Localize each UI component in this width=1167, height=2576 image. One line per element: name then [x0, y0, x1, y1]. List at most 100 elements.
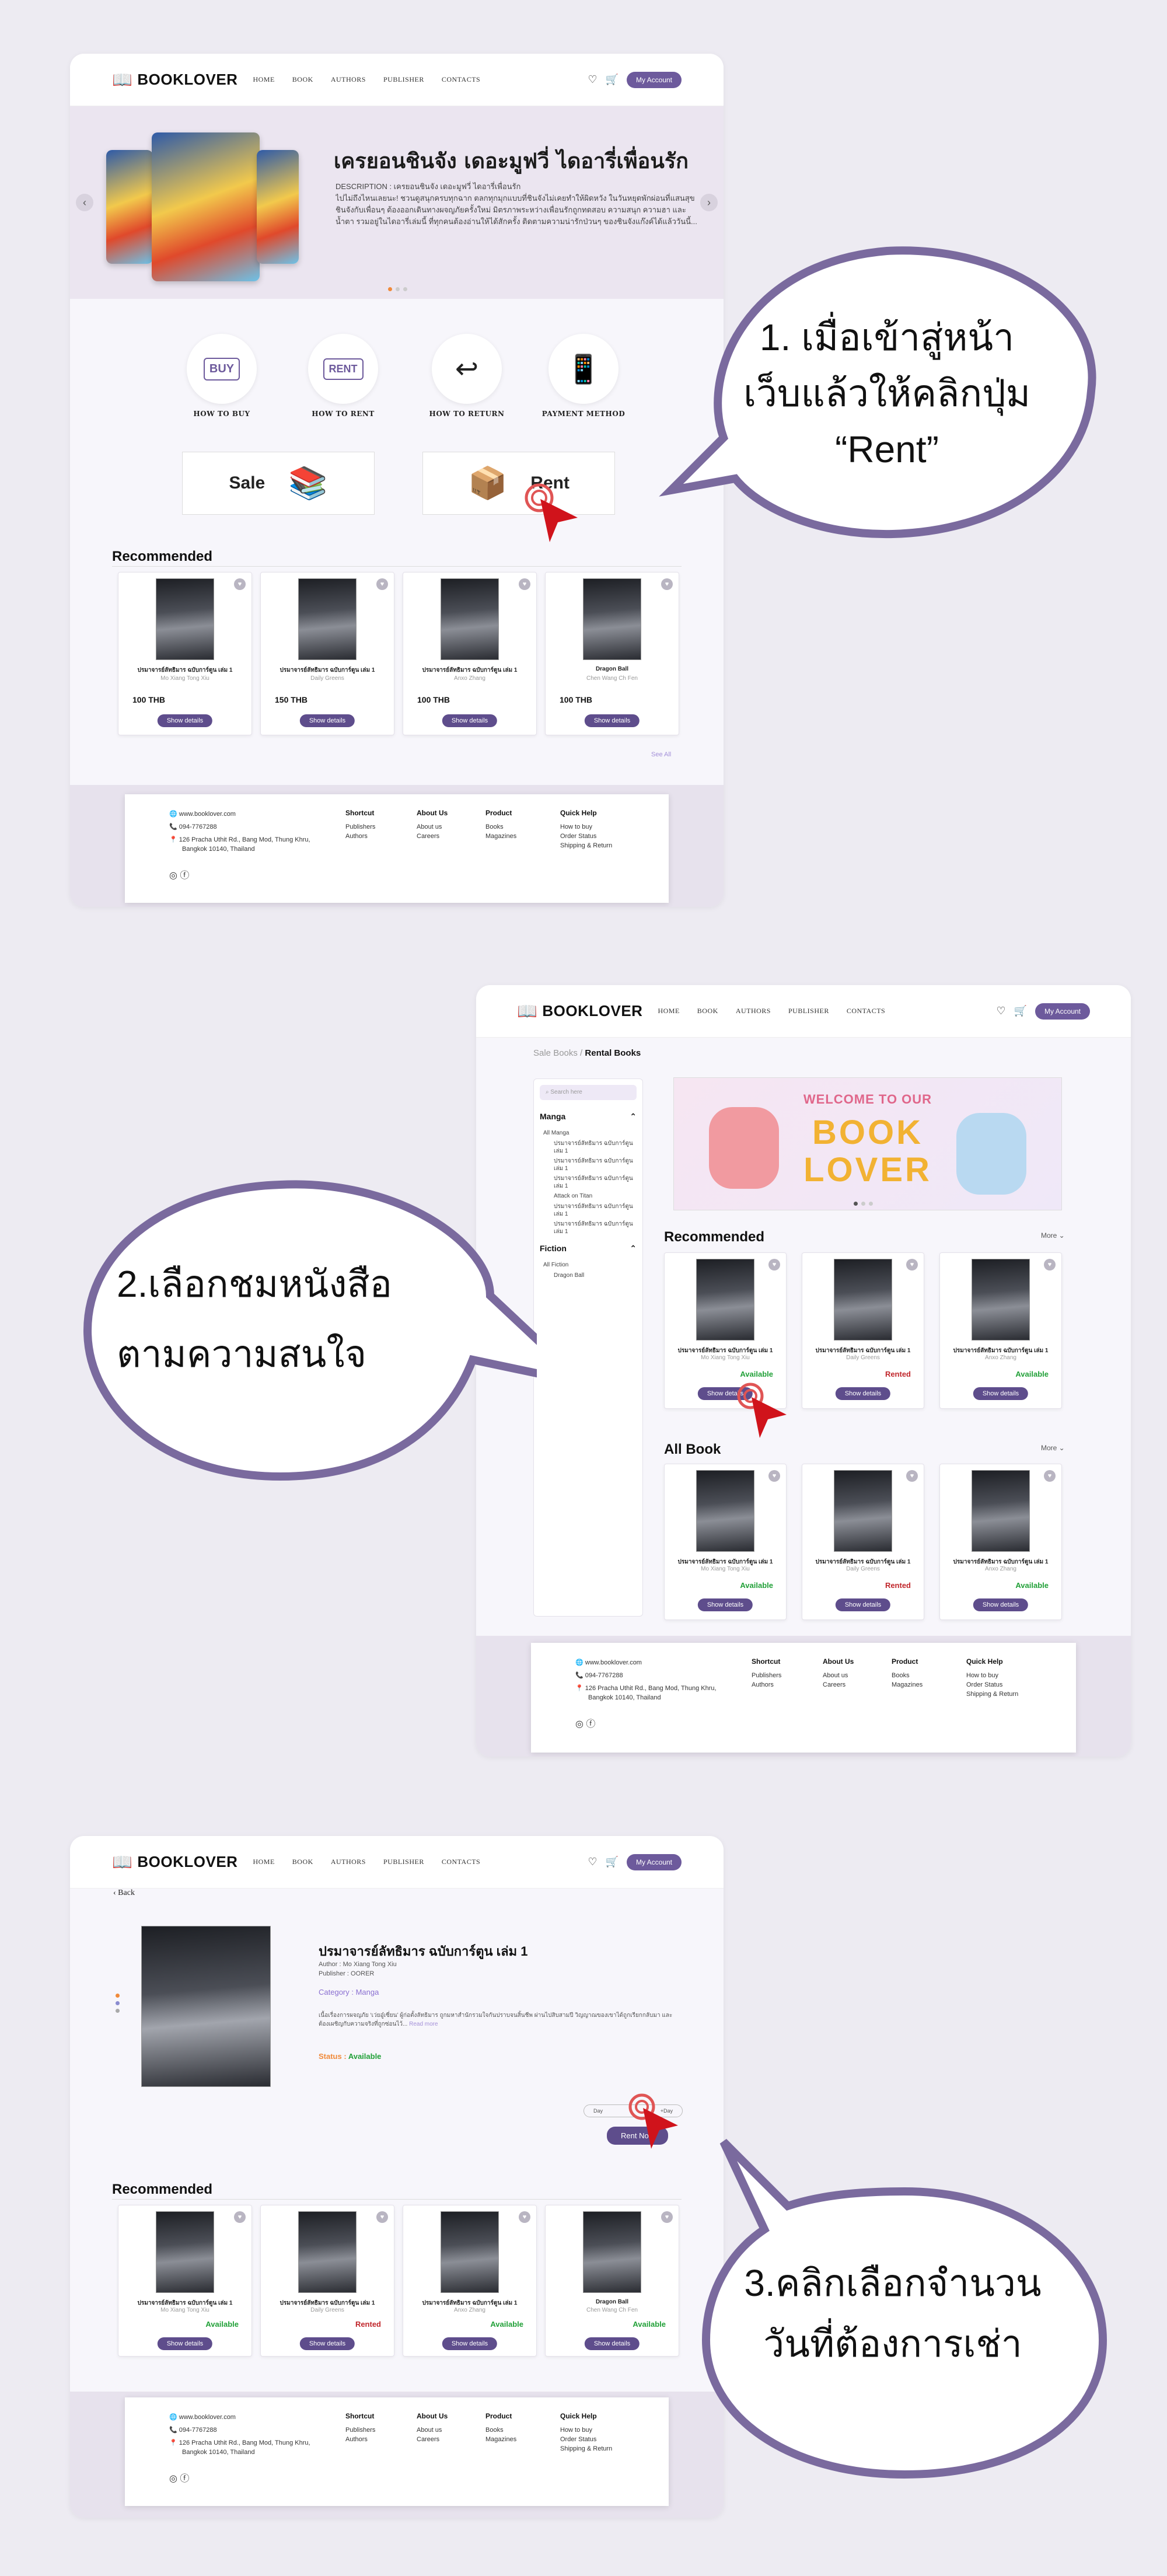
how-to-buy[interactable]: BUY HOW TO BUY: [175, 334, 268, 418]
show-details-button[interactable]: Show details: [835, 1598, 891, 1611]
footer-link[interactable]: Magazines: [485, 832, 516, 841]
footer-link[interactable]: How to buy: [560, 822, 612, 832]
fiction-group[interactable]: Fiction ⌃: [540, 1244, 637, 1254]
footer-link[interactable]: About us: [417, 2425, 448, 2435]
footer-link[interactable]: Authors: [345, 832, 375, 841]
filter-all-fiction[interactable]: All Fiction: [543, 1261, 637, 1269]
footer-link[interactable]: Magazines: [892, 1680, 923, 1690]
filter-item[interactable]: Dragon Ball: [554, 1272, 637, 1279]
footer-link[interactable]: Shipping & Return: [560, 841, 612, 850]
book-card[interactable]: ♥ ปรมาจารย์ลัทธิมาร ฉบับการ์ตูน เล่ม 1 M…: [664, 1464, 787, 1620]
nav-authors[interactable]: AUTHORS: [331, 75, 366, 84]
footer-link[interactable]: Order Status: [560, 832, 612, 841]
cart-icon[interactable]: 🛒: [606, 1856, 619, 1868]
nav-contacts[interactable]: CONTACTS: [442, 75, 480, 84]
book-card[interactable]: ♥ ปรมาจารย์ลัทธิมาร ฉบับการ์ตูน เล่ม 1 D…: [260, 2205, 394, 2357]
footer-link[interactable]: Books: [485, 822, 516, 832]
heart-icon[interactable]: ♥: [1044, 1259, 1056, 1270]
chevron-right-icon[interactable]: ›: [700, 194, 718, 211]
my-account-button[interactable]: My Account: [626, 1854, 682, 1870]
footer-link[interactable]: Careers: [823, 1680, 854, 1690]
footer-link[interactable]: Careers: [417, 2435, 448, 2444]
footer-link[interactable]: Shipping & Return: [966, 1690, 1018, 1699]
heart-icon[interactable]: ♡: [996, 1005, 1005, 1017]
book-card[interactable]: ♥ Dragon Ball Chen Wang Ch Fen 100 THB S…: [545, 572, 679, 735]
nav-home[interactable]: HOME: [658, 1007, 679, 1015]
filter-all-manga[interactable]: All Manga: [543, 1129, 637, 1137]
nav-home[interactable]: HOME: [253, 75, 274, 84]
nav-authors[interactable]: AUTHORS: [736, 1007, 771, 1015]
book-card[interactable]: ♥ ปรมาจารย์ลัทธิมาร ฉบับการ์ตูน เล่ม 1 A…: [403, 572, 537, 735]
search-input[interactable]: ⌕ Search here: [540, 1085, 637, 1100]
heart-icon[interactable]: ♥: [234, 578, 246, 590]
heart-icon[interactable]: ♥: [906, 1470, 918, 1482]
heart-icon[interactable]: ♥: [234, 2211, 246, 2223]
facebook-icon[interactable]: ⓕ: [180, 2474, 189, 2484]
filter-item[interactable]: Attack on Titan: [554, 1192, 637, 1200]
heart-icon[interactable]: ♥: [768, 1470, 780, 1482]
read-more-link[interactable]: Read more: [409, 2021, 438, 2027]
show-details-button[interactable]: Show details: [835, 1387, 891, 1400]
heart-icon[interactable]: ♥: [1044, 1470, 1056, 1482]
how-to-rent[interactable]: RENT HOW TO RENT: [296, 334, 390, 418]
show-details-button[interactable]: Show details: [442, 714, 498, 727]
heart-icon[interactable]: ♥: [376, 578, 388, 590]
book-card[interactable]: ♥ ปรมาจารย์ลัทธิมาร ฉบับการ์ตูน เล่ม 1 D…: [802, 1464, 924, 1620]
book-card[interactable]: ♥ ปรมาจารย์ลัทธิมาร ฉบับการ์ตูน เล่ม 1 D…: [260, 572, 394, 735]
crumb-sale-books[interactable]: Sale Books: [533, 1048, 578, 1058]
filter-item[interactable]: ปรมาจารย์ลัทธิมาร ฉบับการ์ตูน เล่ม 1: [554, 1220, 637, 1235]
footer-link[interactable]: Publishers: [345, 822, 375, 832]
footer-link[interactable]: How to buy: [966, 1671, 1018, 1680]
book-card[interactable]: ♥ ปรมาจารย์ลัทธิมาร ฉบับการ์ตูน เล่ม 1 A…: [939, 1252, 1062, 1409]
hero-dots[interactable]: [388, 287, 407, 291]
heart-icon[interactable]: ♡: [588, 74, 597, 86]
show-details-button[interactable]: Show details: [442, 2337, 498, 2350]
footer-web[interactable]: www.booklover.com: [585, 1659, 642, 1666]
show-details-button[interactable]: Show details: [973, 1598, 1029, 1611]
heart-icon[interactable]: ♥: [519, 578, 530, 590]
heart-icon[interactable]: ♥: [906, 1259, 918, 1270]
show-details-button[interactable]: Show details: [299, 714, 355, 727]
footer-link[interactable]: Order Status: [560, 2435, 612, 2444]
see-all-link[interactable]: See All: [651, 751, 671, 758]
book-card[interactable]: ♥ ปรมาจารย์ลัทธิมาร ฉบับการ์ตูน เล่ม 1 A…: [403, 2205, 537, 2357]
show-details-button[interactable]: Show details: [973, 1387, 1029, 1400]
payment-method[interactable]: 📱 PAYMENT METHOD: [537, 334, 630, 418]
my-account-button[interactable]: My Account: [626, 71, 682, 88]
gallery-dots[interactable]: [116, 1994, 120, 2013]
heart-icon[interactable]: ♥: [768, 1259, 780, 1270]
book-card[interactable]: ♥ Dragon Ball Chen Wang Ch Fen Available…: [545, 2205, 679, 2357]
chevron-up-icon[interactable]: ⌃: [630, 1112, 637, 1122]
show-details-button[interactable]: Show details: [584, 2337, 640, 2350]
footer-link[interactable]: Authors: [752, 1680, 781, 1690]
show-details-button[interactable]: Show details: [157, 2337, 213, 2350]
instagram-icon[interactable]: ◎: [169, 2474, 177, 2484]
chevron-left-icon[interactable]: ‹: [76, 194, 93, 211]
book-card[interactable]: ♥ ปรมาจารย์ลัทธิมาร ฉบับการ์ตูน เล่ม 1 A…: [939, 1464, 1062, 1620]
filter-item[interactable]: ปรมาจารย์ลัทธิมาร ฉบับการ์ตูน เล่ม 1: [554, 1157, 637, 1172]
nav-home[interactable]: HOME: [253, 1858, 274, 1866]
logo[interactable]: 📖 BOOKLOVER: [517, 1001, 642, 1021]
footer-link[interactable]: Publishers: [752, 1671, 781, 1680]
heart-icon[interactable]: ♥: [519, 2211, 530, 2223]
footer-link[interactable]: Authors: [345, 2435, 375, 2444]
cart-icon[interactable]: 🛒: [1014, 1005, 1027, 1017]
footer-link[interactable]: About us: [417, 822, 448, 832]
facebook-icon[interactable]: ⓕ: [586, 1719, 595, 1729]
footer-link[interactable]: How to buy: [560, 2425, 612, 2435]
footer-link[interactable]: Shipping & Return: [560, 2444, 612, 2453]
footer-web[interactable]: www.booklover.com: [179, 811, 236, 818]
footer-web[interactable]: www.booklover.com: [179, 2414, 236, 2421]
filter-item[interactable]: ปรมาจารย์ลัทธิมาร ฉบับการ์ตูน เล่ม 1: [554, 1140, 637, 1155]
footer-link[interactable]: Books: [485, 2425, 516, 2435]
facebook-icon[interactable]: ⓕ: [180, 871, 189, 881]
footer-link[interactable]: Magazines: [485, 2435, 516, 2444]
show-details-button[interactable]: Show details: [299, 2337, 355, 2350]
my-account-button[interactable]: My Account: [1035, 1003, 1090, 1020]
book-card[interactable]: ♥ ปรมาจารย์ลัทธิมาร ฉบับการ์ตูน เล่ม 1 D…: [802, 1252, 924, 1409]
manga-group[interactable]: Manga ⌃: [540, 1112, 637, 1122]
instagram-icon[interactable]: ◎: [575, 1719, 584, 1729]
nav-publisher[interactable]: PUBLISHER: [383, 75, 424, 84]
back-link[interactable]: ‹ Back: [113, 1889, 135, 1898]
filter-item[interactable]: ปรมาจารย์ลัทธิมาร ฉบับการ์ตูน เล่ม 1: [554, 1203, 637, 1218]
